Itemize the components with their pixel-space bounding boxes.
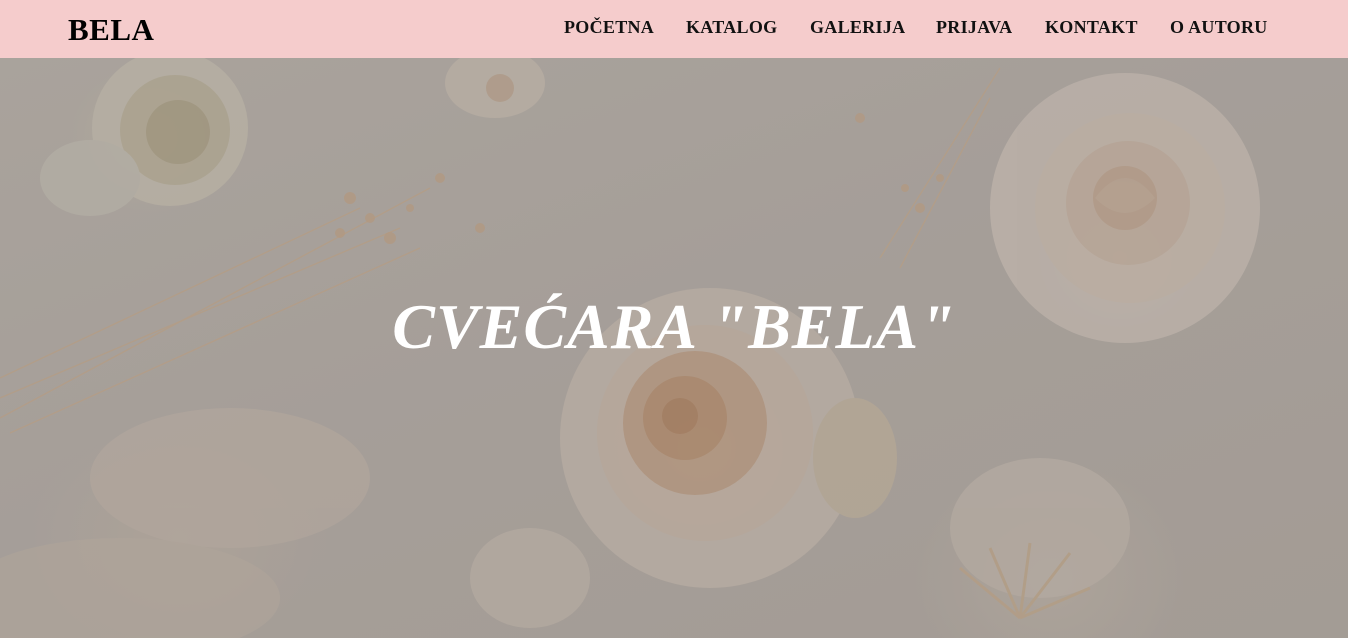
nav-link-prijava[interactable]: PRIJAVA bbox=[936, 17, 1012, 38]
nav-menu: POČETNA KATALOG GALERIJA PRIJAVA KONTAKT… bbox=[0, 17, 1348, 41]
hero-title: CVEĆARA "BELA" bbox=[392, 291, 956, 362]
top-navbar: BELA POČETNA KATALOG GALERIJA PRIJAVA KO… bbox=[0, 0, 1348, 58]
nav-link-galerija[interactable]: GALERIJA bbox=[810, 17, 905, 38]
nav-link-katalog[interactable]: KATALOG bbox=[686, 17, 777, 38]
nav-link-o-autoru[interactable]: O AUTORU bbox=[1170, 17, 1268, 38]
hero-section: CVEĆARA "BELA" bbox=[0, 58, 1348, 638]
nav-link-kontakt[interactable]: KONTAKT bbox=[1045, 17, 1138, 38]
nav-link-pocetna[interactable]: POČETNA bbox=[564, 17, 654, 38]
